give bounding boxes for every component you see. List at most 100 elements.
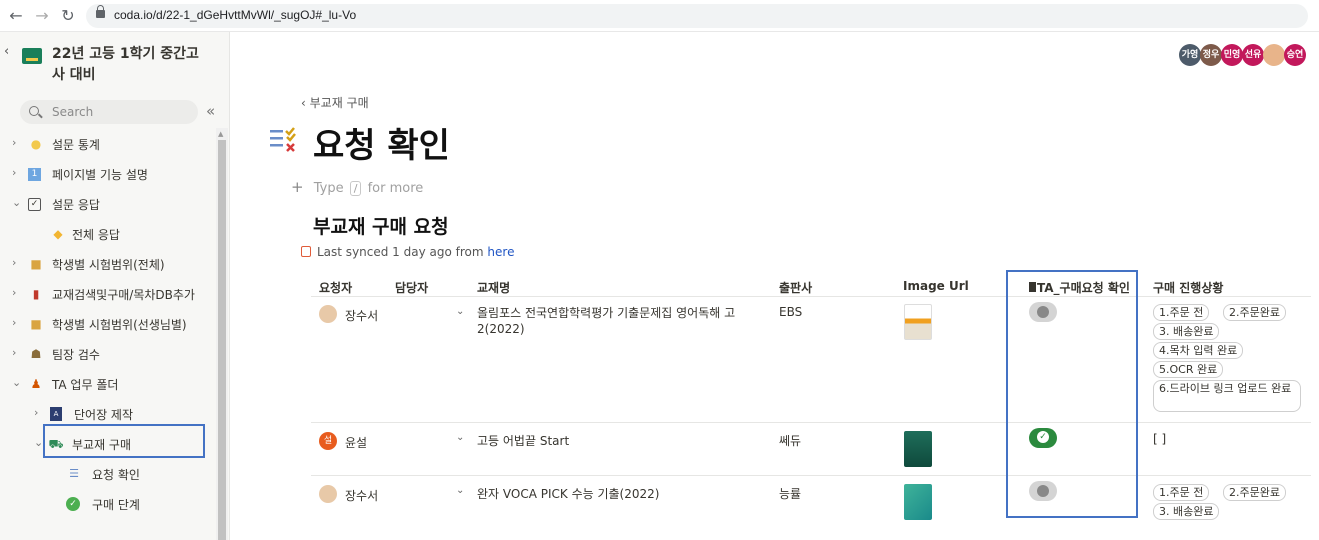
- sidebar: ‹ 22년 고등 1학기 중간고사 대비 Search « ▲ › ● 설문 통…: [0, 32, 230, 540]
- sidebar-item-label: TA 업무 폴더: [52, 378, 119, 392]
- status-chip[interactable]: 2.주문완료: [1223, 304, 1286, 321]
- sidebar-item-survey-stats[interactable]: › ● 설문 통계: [8, 130, 208, 158]
- chevron-right-icon[interactable]: ›: [12, 256, 16, 269]
- chevron-down-icon[interactable]: ⌄: [456, 432, 464, 443]
- avatar[interactable]: 정우: [1200, 44, 1222, 66]
- chevron-right-icon[interactable]: ›: [12, 166, 16, 179]
- search-input[interactable]: Search: [20, 100, 198, 124]
- publisher[interactable]: EBS: [779, 305, 802, 319]
- books-icon: ▮: [32, 287, 40, 301]
- column-header[interactable]: 교재명: [477, 279, 510, 296]
- checkbox-icon: ✓: [28, 198, 41, 211]
- publisher[interactable]: 쎄듀: [779, 432, 801, 449]
- sidebar-item-label: 요청 확인: [92, 468, 140, 482]
- avatar[interactable]: 민영: [1221, 44, 1243, 66]
- avatar: 설: [319, 432, 337, 450]
- type-hint[interactable]: + Type / for more: [291, 178, 423, 196]
- sync-status: Last synced 1 day ago from here: [301, 245, 514, 259]
- avatar[interactable]: 승연: [1284, 44, 1306, 66]
- sidebar-item-label: 설문 응답: [52, 198, 100, 212]
- status-chip[interactable]: 1.주문 전: [1153, 304, 1210, 321]
- address-bar[interactable]: coda.io/d/22-1_dGeHvttMvWl/_sugOJ#_lu-Vo: [86, 4, 1308, 28]
- number-one-icon: 1: [28, 168, 41, 181]
- book-thumbnail[interactable]: [904, 484, 932, 520]
- sidebar-item-label: 설문 통계: [52, 138, 100, 152]
- chevron-right-icon[interactable]: ›: [34, 406, 38, 419]
- chevron-right-icon[interactable]: ›: [12, 136, 16, 149]
- chevron-down-icon[interactable]: ⌄: [34, 436, 43, 449]
- sidebar-item-ta-folder[interactable]: ⌄ ♟ TA 업무 폴더: [8, 370, 208, 398]
- dictionary-icon: A: [50, 407, 62, 421]
- scroll-up-icon[interactable]: ▲: [218, 130, 223, 138]
- column-header[interactable]: Image Url: [903, 279, 969, 293]
- book-title[interactable]: 완자 VOCA PICK 수능 기출(2022): [477, 485, 659, 502]
- chevron-down-icon[interactable]: ⌄: [12, 376, 21, 389]
- status-chip[interactable]: 3. 배송완료: [1153, 503, 1220, 520]
- sidebar-item-all-responses[interactable]: ◆ 전체 응답: [30, 220, 230, 248]
- status-chip[interactable]: 1.주문 전: [1153, 484, 1210, 501]
- sidebar-item-student-scope-all[interactable]: › ■ 학생별 시험범위(전체): [8, 250, 208, 278]
- chevron-right-icon[interactable]: ›: [12, 346, 16, 359]
- divider: [311, 475, 1311, 476]
- status-chip[interactable]: 4.목차 입력 완료: [1153, 342, 1244, 359]
- sidebar-item-book-search[interactable]: › ▮ 교재검색및구매/목차DB추가: [8, 280, 208, 308]
- sync-icon: [301, 246, 311, 257]
- avatar[interactable]: 선유: [1242, 44, 1264, 66]
- column-header[interactable]: 요청자: [319, 279, 352, 296]
- avatar: [319, 305, 337, 323]
- sync-source-link[interactable]: here: [487, 245, 514, 259]
- sidebar-item-student-scope-teacher[interactable]: › ■ 학생별 시험범위(선생님별): [8, 310, 208, 338]
- status-empty[interactable]: [ ]: [1153, 432, 1166, 446]
- sidebar-item-team-review[interactable]: › ☗ 팀장 검수: [8, 340, 208, 368]
- back-arrow-icon[interactable]: ←: [6, 6, 26, 26]
- book-title[interactable]: 올림포스 전국연합학력평가 기출문제집 영어독해 고2(2022): [477, 305, 747, 337]
- publisher[interactable]: 능률: [779, 485, 801, 502]
- status-chip[interactable]: 3. 배송완료: [1153, 323, 1220, 340]
- sidebar-item-request-check[interactable]: ☰ 요청 확인: [48, 460, 248, 488]
- collapse-sidebar-icon[interactable]: «: [206, 102, 215, 120]
- sidebar-item-purchase-stage[interactable]: ✓ 구매 단계: [48, 490, 248, 518]
- requester-name[interactable]: 윤설: [345, 434, 367, 451]
- sidebar-item-page-features[interactable]: › 1 페이지별 기능 설명: [8, 160, 208, 188]
- requester-name[interactable]: 장수서: [345, 307, 378, 324]
- chevron-down-icon[interactable]: ⌄: [456, 485, 464, 496]
- avatar[interactable]: 가영: [1179, 44, 1201, 66]
- page-title: 요청 확인: [313, 126, 450, 166]
- chevron-down-icon[interactable]: ⌄: [456, 306, 464, 317]
- doc-icon: [22, 48, 42, 64]
- status-chip[interactable]: 2.주문완료: [1223, 484, 1286, 501]
- package-icon: ■: [30, 317, 42, 331]
- breadcrumb[interactable]: ‹ 부교재 구매: [301, 94, 369, 111]
- slash-key: /: [349, 181, 362, 196]
- book-thumbnail[interactable]: [904, 304, 932, 340]
- doc-title[interactable]: 22년 고등 1학기 중간고사 대비: [52, 44, 202, 86]
- section-title: 부교재 구매 요청: [313, 216, 449, 238]
- sync-text: Last synced 1 day ago from: [317, 245, 484, 259]
- tag-icon: ◆: [53, 227, 63, 241]
- sidebar-item-survey-responses[interactable]: ⌄ ✓ 설문 응답: [8, 190, 208, 218]
- type-hint-suffix: for more: [367, 181, 424, 196]
- chevron-right-icon[interactable]: ›: [12, 286, 16, 299]
- sidebar-item-label: 구매 단계: [92, 498, 140, 512]
- chevron-down-icon[interactable]: ⌄: [12, 196, 21, 209]
- avatar: [319, 485, 337, 503]
- column-header[interactable]: 구매 진행상황: [1153, 279, 1223, 296]
- type-hint-prefix: Type: [313, 181, 344, 196]
- column-header[interactable]: 담당자: [395, 279, 428, 296]
- back-chevron-icon[interactable]: ‹: [4, 44, 9, 59]
- avatar[interactable]: [1263, 44, 1285, 66]
- requester-name[interactable]: 장수서: [345, 487, 378, 504]
- sidebar-item-label: 학생별 시험범위(전체): [52, 258, 165, 272]
- column-highlight: [1006, 270, 1138, 518]
- status-chip[interactable]: 6.드라이브 링크 업로드 완료: [1153, 380, 1301, 412]
- forward-arrow-icon[interactable]: →: [32, 6, 52, 26]
- reload-icon[interactable]: ↻: [58, 6, 78, 26]
- column-header[interactable]: 출판사: [779, 279, 812, 296]
- book-title[interactable]: 고등 어법끝 Start: [477, 432, 569, 449]
- chevron-right-icon[interactable]: ›: [12, 316, 16, 329]
- status-chip[interactable]: 5.OCR 완료: [1153, 361, 1224, 378]
- main-content: 가영 정우 민영 선유 승연 ‹ 부교재 구매 요청 확인 + Type / f…: [231, 32, 1319, 540]
- add-icon[interactable]: +: [291, 178, 304, 196]
- search-icon: [29, 106, 39, 116]
- book-thumbnail[interactable]: [904, 431, 932, 467]
